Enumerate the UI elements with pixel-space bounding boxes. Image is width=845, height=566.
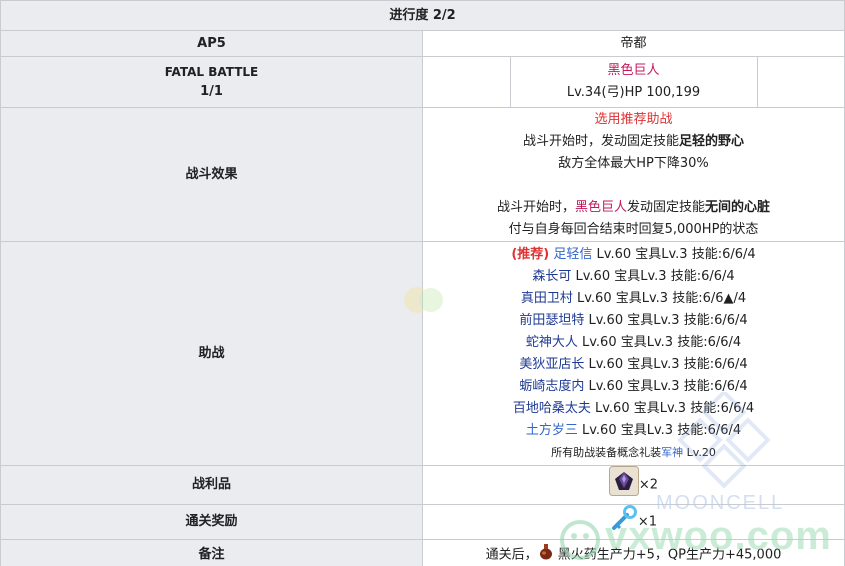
reward-label: 通关奖励 [0,504,423,540]
support-name[interactable]: 百地哈桑太夫 [513,401,591,416]
skill-heart: 无间的心脏 [705,199,771,215]
battle-label-line2: 1/1 [200,84,223,99]
support-row: 美狄亚店长 Lv.60 宝具Lv.3 技能:6/6/4 [423,354,844,376]
page: 进行度 2/2 AP5 帝都 FATAL BATTLE 1/1 黑色巨人 Lv.… [0,0,845,566]
effect-line4: 战斗开始时，黑色巨人发动固定技能无间的心脏 [423,197,844,219]
reward-cell: ×1 [422,504,845,540]
support-stats: Lv.60 宝具Lv.3 技能:6/6/4 [595,400,755,416]
support-name[interactable]: 足轻信 [553,247,592,262]
effect-line4-mid: 发动固定技能 [627,199,706,215]
support-stats: Lv.60 宝具Lv.3 技能:6/6/4 [582,334,742,350]
effect-line5: 付与自身每回合结束时回复5,000HP的状态 [508,221,759,237]
support-row: (推荐) 足轻信 Lv.60 宝具Lv.3 技能:6/6/4 [423,244,844,266]
loot-cell: ×2 [422,465,845,505]
boss-name[interactable]: 黑色巨人 [511,60,757,82]
support-note-prefix: 所有助战装备概念礼装 [551,445,662,459]
battle-boss-cell: 黑色巨人 Lv.34(弓)HP 100,199 [422,56,845,108]
effect-recommend: 选用推荐助战 [594,111,673,127]
support-name[interactable]: 蛎崎志度内 [519,379,584,394]
support-stats: Lv.60 宝具Lv.3 技能:6/6/4 [588,312,748,328]
support-name[interactable]: 真田卫村 [521,291,573,306]
support-note-suffix: Lv.20 [683,445,716,459]
ap-location: 帝都 [422,30,845,57]
support-stats: Lv.60 宝具Lv.3 技能:6/6/4 [582,422,742,438]
remark-prefix: 通关后， [485,547,538,562]
support-stats: Lv.60 宝具Lv.3 技能:6/6/4 [596,246,756,262]
dark-crystal-icon[interactable] [608,466,639,504]
effect-line2-prefix: 战斗开始时，发动固定技能 [522,133,679,149]
remark-label: 备注 [0,539,423,566]
recommend-tag: (推荐) [511,246,550,262]
support-stats: Lv.60 宝具Lv.3 技能:6/6/4 [588,356,748,372]
support-row: 真田卫村 Lv.60 宝具Lv.3 技能:6/6▲/4 [423,288,844,310]
support-row: 森长可 Lv.60 宝具Lv.3 技能:6/6/4 [423,266,844,288]
support-name[interactable]: 前田瑟坦特 [519,313,584,328]
loot-label: 战利品 [0,465,423,505]
support-row: 土方岁三 Lv.60 宝具Lv.3 技能:6/6/4 [423,420,844,442]
support-stats: Lv.60 宝具Lv.3 技能:6/6▲/4 [577,290,747,306]
effect-label: 战斗效果 [0,107,423,242]
ap-label: AP5 [0,30,423,57]
effect-spacer [423,175,844,197]
gunpowder-icon [538,542,554,566]
effect-line3: 敌方全体最大HP下降30% [558,155,709,171]
support-note: 所有助战装备概念礼装军神 Lv.20 [423,442,844,464]
support-row: 蛎崎志度内 Lv.60 宝具Lv.3 技能:6/6/4 [423,376,844,398]
support-name[interactable]: 森长可 [532,269,571,284]
effect-boss-link[interactable]: 黑色巨人 [575,200,627,215]
support-stats: Lv.60 宝具Lv.3 技能:6/6/4 [588,378,748,394]
skill-ashigaru-ambition: 足轻的野心 [679,133,745,149]
support-name[interactable]: 土方岁三 [526,423,578,438]
loot-count: ×2 [638,477,659,493]
effect-line4-prefix: 战斗开始时， [496,199,575,215]
quest-table: 进行度 2/2 AP5 帝都 FATAL BATTLE 1/1 黑色巨人 Lv.… [0,0,845,566]
support-name[interactable]: 美狄亚店长 [519,357,584,372]
progress-header: 进行度 2/2 [0,0,845,31]
support-name[interactable]: 蛇神大人 [526,335,578,350]
boss-box: 黑色巨人 Lv.34(弓)HP 100,199 [509,57,758,107]
battle-label: FATAL BATTLE 1/1 [0,56,423,108]
remark-cell: 通关后， 黑火药生产力+5，QP生产力+45,000 [422,539,845,566]
effect-cell: 选用推荐助战 战斗开始时，发动固定技能足轻的野心 敌方全体最大HP下降30% 战… [422,107,845,242]
battle-label-line1: FATAL BATTLE [164,65,259,79]
support-row: 百地哈桑太夫 Lv.60 宝具Lv.3 技能:6/6/4 [423,398,844,420]
support-stats: Lv.60 宝具Lv.3 技能:6/6/4 [575,268,735,284]
effect-line2: 战斗开始时，发动固定技能足轻的野心 [423,131,844,153]
support-row: 蛇神大人 Lv.60 宝具Lv.3 技能:6/6/4 [423,332,844,354]
support-cell: (推荐) 足轻信 Lv.60 宝具Lv.3 技能:6/6/4 森长可 Lv.60… [422,241,845,466]
support-row: 前田瑟坦特 Lv.60 宝具Lv.3 技能:6/6/4 [423,310,844,332]
reward-count: ×1 [637,514,658,530]
support-label: 助战 [0,241,423,466]
remark-text: 黑火药生产力+5，QP生产力+45,000 [553,547,782,562]
craft-essence-link[interactable]: 军神 [661,446,683,459]
boss-stats: Lv.34(弓)HP 100,199 [566,85,701,100]
blue-key-icon[interactable] [610,505,638,539]
